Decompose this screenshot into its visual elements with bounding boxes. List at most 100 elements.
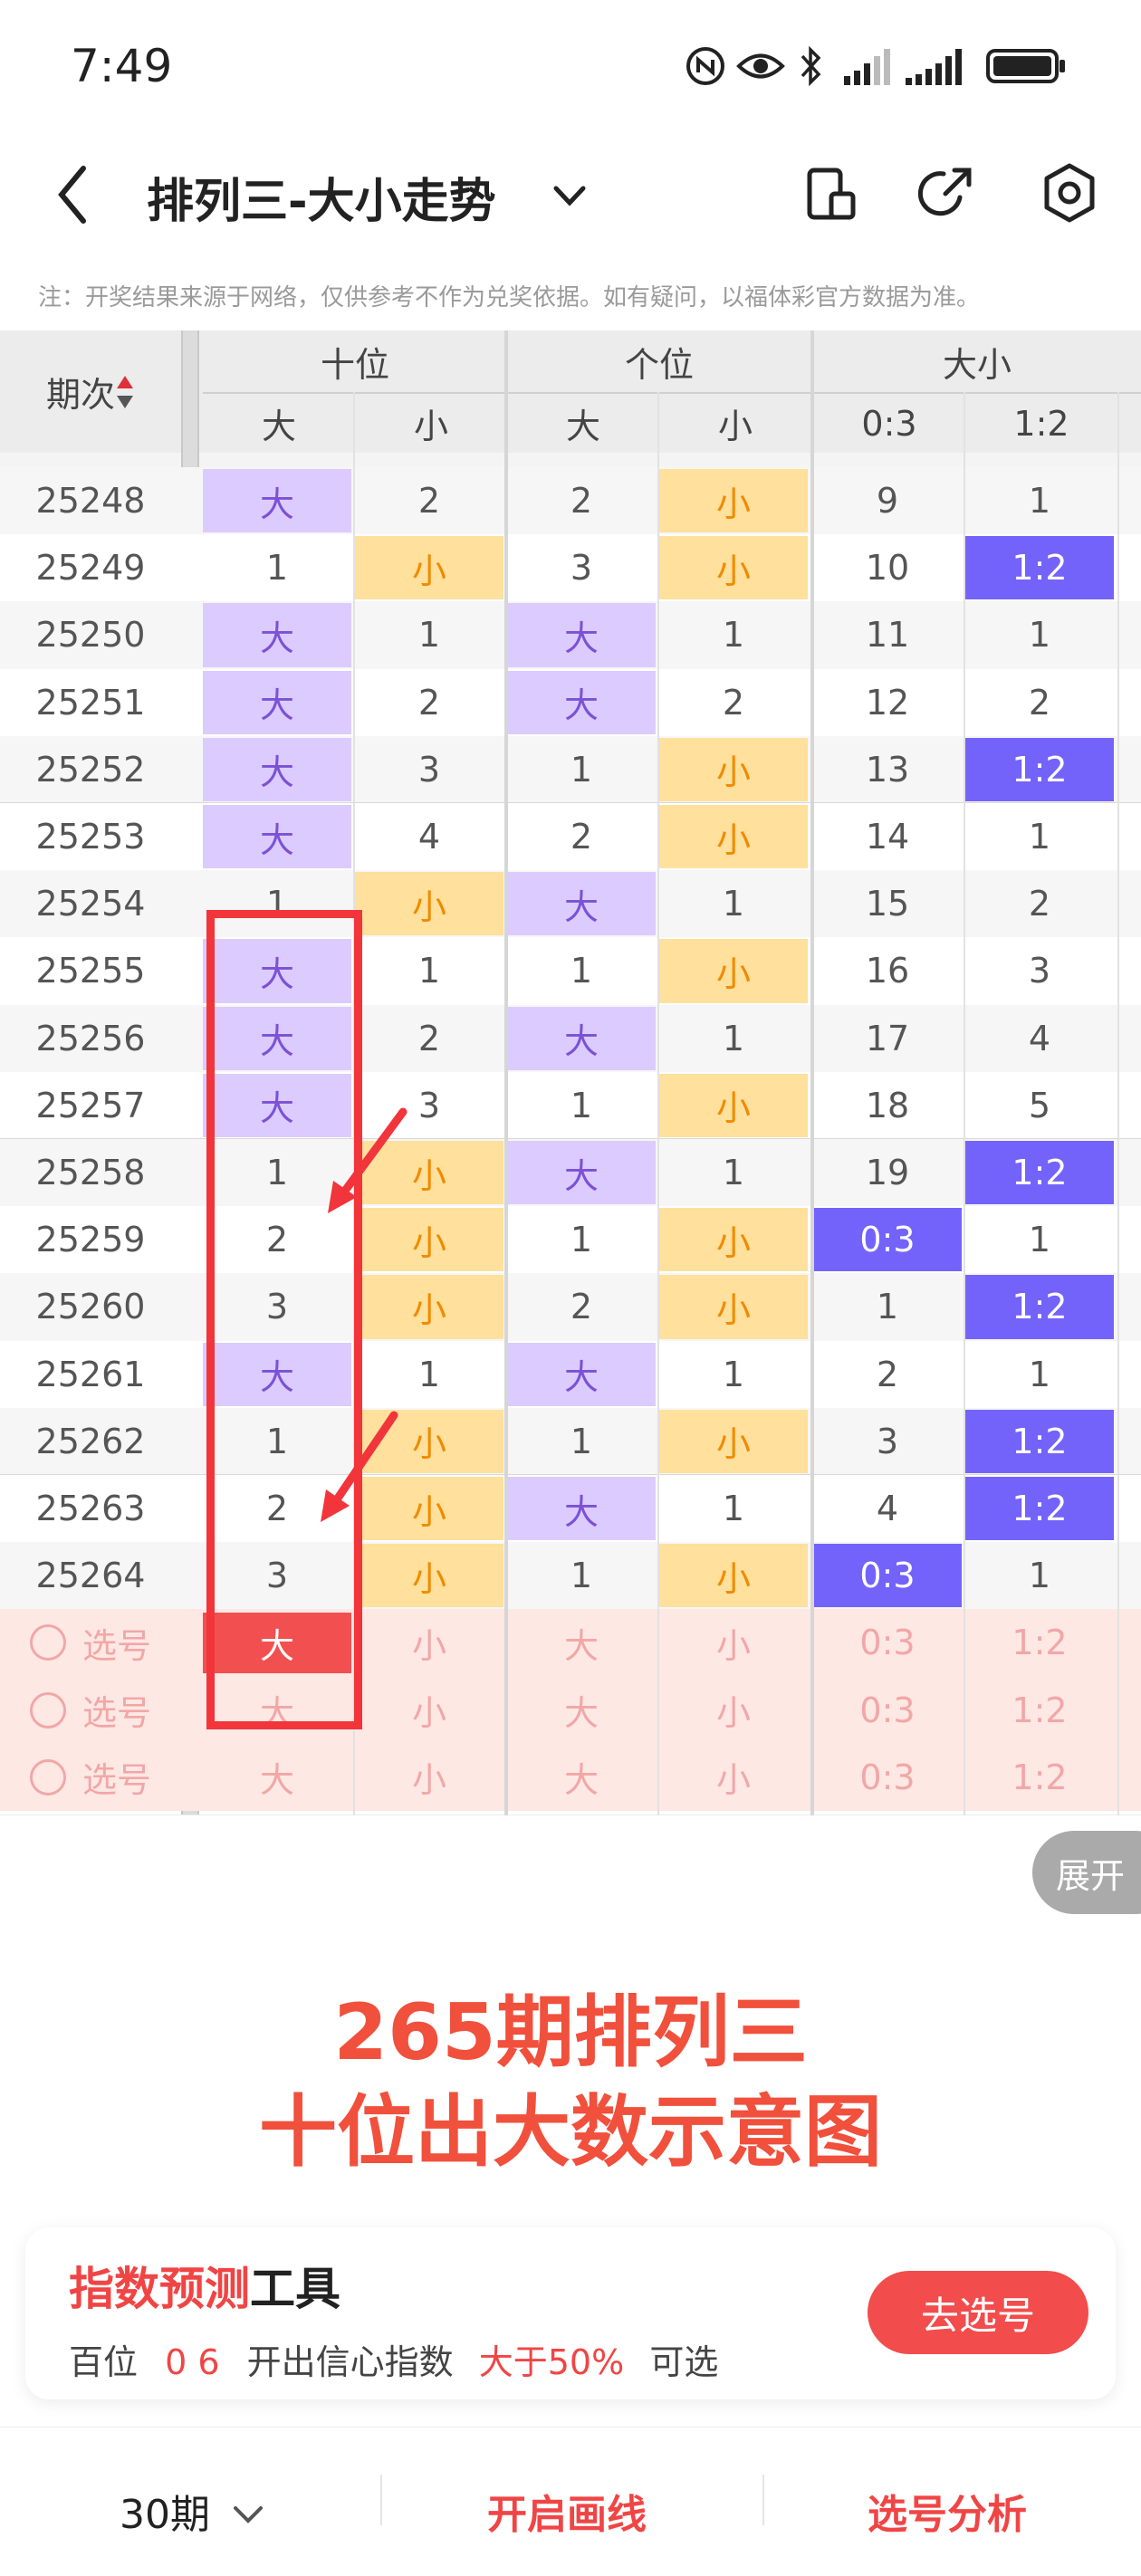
trend-cell[interactable]: 11 — [813, 603, 962, 666]
trend-cell[interactable]: 小 — [355, 536, 503, 600]
trend-cell[interactable]: 大 — [203, 737, 351, 801]
trend-cell[interactable]: 1 — [813, 1275, 962, 1338]
trend-cell[interactable]: 2 — [355, 469, 503, 532]
pick-cell[interactable]: 大 — [203, 1748, 351, 1807]
trend-cell[interactable]: 2 — [965, 671, 1114, 734]
trend-cell[interactable]: 1 — [507, 1074, 656, 1137]
trend-cell[interactable]: 3 — [965, 939, 1114, 1002]
trend-cell[interactable]: 1:2 — [965, 1477, 1114, 1541]
trend-cell[interactable]: 小 — [659, 1409, 808, 1473]
trend-cell[interactable]: 14 — [813, 805, 962, 868]
trend-cell[interactable]: 1:2 — [965, 1409, 1114, 1473]
trend-cell[interactable]: 小 — [659, 737, 808, 801]
trend-cell[interactable]: 小 — [659, 536, 808, 600]
trend-cell[interactable]: 大 — [507, 1477, 656, 1541]
page-title[interactable]: 排列三-大小走势 — [147, 163, 496, 231]
analysis-button[interactable]: 选号分析 — [868, 2482, 1027, 2540]
trend-cell[interactable]: 小 — [355, 1275, 503, 1339]
pick-cell[interactable]: 1:2 — [965, 1613, 1114, 1672]
pick-cell[interactable]: 0:3 — [813, 1748, 962, 1807]
trend-cell[interactable]: 19 — [813, 1141, 962, 1204]
share-icon[interactable] — [918, 163, 976, 221]
trend-cell[interactable]: 1 — [507, 939, 656, 1002]
trend-cell[interactable]: 3 — [355, 738, 503, 801]
trend-cell[interactable]: 1 — [659, 1141, 808, 1204]
trend-cell[interactable]: 2 — [507, 1275, 656, 1338]
trend-cell[interactable]: 1:2 — [965, 536, 1114, 600]
trend-cell[interactable]: 2 — [355, 1007, 503, 1070]
trend-cell[interactable]: 小 — [355, 872, 503, 936]
pick-row-label[interactable]: 选号 — [0, 1677, 181, 1744]
trend-cell[interactable]: 小 — [659, 1544, 808, 1608]
trend-cell[interactable]: 大 — [507, 1342, 656, 1406]
pick-cell[interactable]: 小 — [659, 1613, 808, 1672]
trend-cell[interactable]: 1:2 — [965, 737, 1114, 801]
radio-circle-icon[interactable] — [29, 1624, 66, 1661]
trend-cell[interactable]: 12 — [813, 671, 962, 734]
trend-cell[interactable]: 1 — [659, 1007, 808, 1070]
trend-cell[interactable]: 17 — [813, 1007, 962, 1070]
trend-cell[interactable]: 小 — [659, 469, 808, 533]
trend-cell[interactable]: 大 — [507, 872, 656, 936]
trend-cell[interactable]: 5 — [965, 1074, 1114, 1137]
trend-cell[interactable]: 1 — [355, 603, 503, 666]
trend-cell[interactable]: 小 — [659, 939, 808, 1003]
trend-cell[interactable]: 0:3 — [813, 1208, 962, 1272]
trend-cell[interactable]: 16 — [813, 939, 962, 1002]
radio-circle-icon[interactable] — [29, 1691, 66, 1729]
trend-cell[interactable]: 1 — [203, 536, 351, 599]
trend-cell[interactable]: 1 — [355, 939, 503, 1002]
trend-cell[interactable]: 大 — [507, 1141, 656, 1205]
pick-cell[interactable]: 0:3 — [813, 1613, 962, 1672]
trend-cell[interactable]: 3 — [813, 1410, 962, 1473]
trend-cell[interactable]: 1 — [507, 1410, 656, 1473]
trend-cell[interactable]: 小 — [659, 1208, 808, 1272]
trend-cell[interactable]: 1 — [965, 1544, 1114, 1607]
trend-cell[interactable]: 1 — [965, 1343, 1114, 1406]
trend-cell[interactable]: 大 — [507, 603, 656, 667]
pick-cell[interactable]: 1:2 — [965, 1748, 1114, 1807]
trend-cell[interactable]: 13 — [813, 738, 962, 801]
pick-row-label[interactable]: 选号 — [0, 1609, 181, 1676]
trend-cell[interactable]: 1 — [507, 738, 656, 801]
period-header[interactable]: 期次 — [0, 330, 181, 453]
trend-cell[interactable]: 1 — [659, 1477, 808, 1540]
trend-cell[interactable]: 9 — [813, 469, 962, 532]
pick-cell[interactable]: 大 — [507, 1748, 656, 1807]
trend-cell[interactable]: 18 — [813, 1074, 962, 1137]
trend-cell[interactable]: 2 — [507, 469, 656, 532]
go-select-button[interactable]: 去选号 — [868, 2271, 1088, 2354]
trend-cell[interactable]: 1:2 — [965, 1275, 1114, 1339]
pick-cell[interactable]: 小 — [659, 1748, 808, 1807]
pick-cell[interactable]: 大 — [507, 1681, 656, 1740]
device-rotate-icon[interactable] — [804, 165, 858, 223]
trend-cell[interactable]: 2 — [965, 872, 1114, 935]
trend-cell[interactable]: 1:2 — [965, 1141, 1114, 1205]
trend-cell[interactable]: 1 — [507, 1208, 656, 1271]
trend-cell[interactable]: 小 — [659, 1073, 808, 1137]
trend-cell[interactable]: 3 — [507, 536, 656, 599]
back-arrow-icon[interactable] — [54, 163, 91, 226]
trend-cell[interactable]: 2 — [355, 671, 503, 734]
trend-cell[interactable]: 大 — [507, 1006, 656, 1070]
pick-cell[interactable]: 小 — [355, 1681, 503, 1740]
trend-cell[interactable]: 1 — [659, 1343, 808, 1406]
radio-circle-icon[interactable] — [29, 1758, 66, 1796]
pick-cell[interactable]: 0:3 — [813, 1681, 962, 1740]
trend-cell[interactable]: 1 — [659, 872, 808, 935]
trend-cell[interactable]: 4 — [355, 805, 503, 868]
trend-cell[interactable]: 4 — [965, 1007, 1114, 1070]
trend-cell[interactable]: 2 — [659, 671, 808, 734]
pick-cell[interactable]: 小 — [355, 1613, 503, 1672]
pick-row-label[interactable]: 选号 — [0, 1744, 181, 1811]
expand-button[interactable]: 展开 — [1032, 1831, 1141, 1914]
trend-cell[interactable]: 大 — [203, 805, 351, 869]
chevron-down-icon[interactable] — [547, 179, 592, 212]
pick-cell[interactable]: 1:2 — [965, 1681, 1114, 1740]
period-select[interactable]: 30期 — [120, 2482, 266, 2540]
trend-cell[interactable]: 0:3 — [813, 1544, 962, 1608]
trend-cell[interactable]: 小 — [659, 805, 808, 869]
settings-icon[interactable] — [1040, 161, 1099, 225]
pick-cell[interactable]: 小 — [355, 1748, 503, 1807]
trend-cell[interactable]: 1 — [965, 603, 1114, 666]
